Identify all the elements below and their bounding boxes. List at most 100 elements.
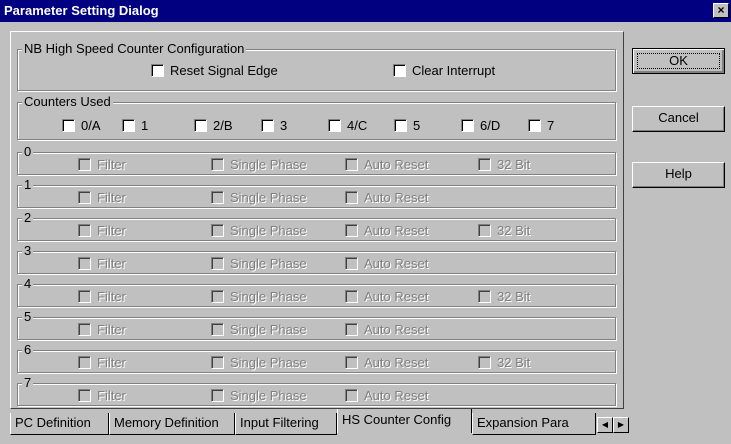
arrow-right-icon: ▶: [617, 420, 625, 429]
counter-used-5-checkbox[interactable]: 5: [394, 118, 420, 133]
checkbox-box: [211, 224, 224, 237]
32-bit-checkbox: 32 Bit: [478, 289, 530, 304]
checkbox-box: [211, 290, 224, 303]
checkbox-box: [345, 356, 358, 369]
checkbox-box[interactable]: [328, 119, 341, 132]
checkbox-box[interactable]: [151, 64, 164, 77]
close-icon: ×: [717, 3, 725, 17]
scroll-right-button[interactable]: ▶: [613, 417, 629, 433]
tab-memory-definition[interactable]: Memory Definition: [109, 413, 235, 435]
checkbox-box[interactable]: [528, 119, 541, 132]
checkbox-box[interactable]: [261, 119, 274, 132]
counter-used-1-checkbox[interactable]: 1: [122, 118, 148, 133]
reset-signal-edge-checkbox[interactable]: Reset Signal Edge: [151, 63, 278, 78]
counter-group-label: 0: [22, 144, 34, 160]
checkbox-label: Auto Reset: [364, 355, 429, 370]
checkbox-label: Filter: [97, 256, 126, 271]
checkbox-box: [211, 191, 224, 204]
counter-used-6d-checkbox[interactable]: 6/D: [461, 118, 500, 133]
scroll-left-button[interactable]: ◀: [597, 417, 613, 433]
checkbox-label: Single Phase: [230, 355, 307, 370]
close-button[interactable]: ×: [713, 3, 729, 18]
checkbox-box: [345, 224, 358, 237]
checkbox-label: Reset Signal Edge: [170, 63, 278, 78]
auto-reset-checkbox: Auto Reset: [345, 157, 428, 172]
checkbox-label: 2/B: [213, 118, 233, 133]
clear-interrupt-checkbox[interactable]: Clear Interrupt: [393, 63, 495, 78]
checkbox-label: Single Phase: [230, 322, 307, 337]
counter-used-3-checkbox[interactable]: 3: [261, 118, 287, 133]
checkbox-label: Filter: [97, 289, 126, 304]
counter-group-label: 3: [22, 243, 34, 259]
checkbox-label: 5: [413, 118, 421, 133]
checkbox-label: Single Phase: [230, 256, 307, 271]
single-phase-checkbox: Single Phase: [211, 223, 307, 238]
single-phase-checkbox: Single Phase: [211, 388, 307, 403]
arrow-left-icon: ◀: [601, 420, 609, 429]
checkbox-label: Single Phase: [230, 223, 307, 238]
checkbox-label: 32 Bit: [497, 223, 531, 238]
counter-used-7-checkbox[interactable]: 7: [528, 118, 554, 133]
cancel-button[interactable]: Cancel: [632, 106, 725, 132]
checkbox-box: [78, 191, 91, 204]
auto-reset-checkbox: Auto Reset: [345, 256, 428, 271]
auto-reset-checkbox: Auto Reset: [345, 289, 428, 304]
checkbox-box[interactable]: [194, 119, 207, 132]
checkbox-label: Auto Reset: [364, 256, 429, 271]
tab-label: Input Filtering: [240, 415, 319, 430]
filter-checkbox: Filter: [78, 223, 126, 238]
checkbox-box: [78, 323, 91, 336]
auto-reset-checkbox: Auto Reset: [345, 322, 428, 337]
checkbox-label: Filter: [97, 223, 126, 238]
checkbox-box: [345, 389, 358, 402]
checkbox-box: [478, 158, 491, 171]
32-bit-checkbox: 32 Bit: [478, 157, 530, 172]
window-title: Parameter Setting Dialog: [4, 3, 159, 18]
ok-button[interactable]: OK: [632, 48, 725, 74]
title-bar: Parameter Setting Dialog ×: [0, 0, 731, 22]
single-phase-checkbox: Single Phase: [211, 256, 307, 271]
checkbox-box: [211, 158, 224, 171]
checkbox-box: [78, 356, 91, 369]
tab-strip: PC Definition Memory Definition Input Fi…: [10, 409, 630, 439]
counter-used-4c-checkbox[interactable]: 4/C: [328, 118, 367, 133]
counter-7-groupbox: 7 Filter Single Phase Auto Reset: [17, 375, 616, 406]
counters-used-label: Counters Used: [22, 94, 113, 110]
counter-used-0a-checkbox[interactable]: 0/A: [62, 118, 101, 133]
checkbox-box[interactable]: [461, 119, 474, 132]
counter-4-groupbox: 4 Filter Single Phase Auto Reset 32 Bit: [17, 276, 616, 307]
tab-expansion-parameters[interactable]: Expansion Para: [472, 413, 596, 435]
checkbox-box: [211, 323, 224, 336]
checkbox-label: 32 Bit: [497, 355, 531, 370]
checkbox-box: [345, 191, 358, 204]
counter-group-label: 5: [22, 309, 34, 325]
checkbox-box[interactable]: [62, 119, 75, 132]
checkbox-box: [211, 356, 224, 369]
ok-label: OK: [637, 53, 720, 69]
tab-hs-counter-config[interactable]: HS Counter Config: [337, 409, 472, 433]
checkbox-box: [78, 224, 91, 237]
checkbox-box: [78, 389, 91, 402]
checkbox-label: 1: [141, 118, 149, 133]
help-label: Help: [665, 166, 692, 181]
checkbox-box: [78, 158, 91, 171]
tab-pc-definition[interactable]: PC Definition: [10, 413, 109, 435]
checkbox-box[interactable]: [393, 64, 406, 77]
counter-5-groupbox: 5 Filter Single Phase Auto Reset: [17, 309, 616, 340]
checkbox-box: [78, 290, 91, 303]
config-groupbox: NB High Speed Counter Configuration Rese…: [17, 41, 616, 91]
counter-group-label: 6: [22, 342, 34, 358]
counters-used-groupbox: Counters Used 0/A 1 2/B 3 4/C 5 6/D 7: [17, 94, 616, 140]
checkbox-label: Auto Reset: [364, 322, 429, 337]
checkbox-label: 0/A: [81, 118, 101, 133]
checkbox-box[interactable]: [122, 119, 135, 132]
help-button[interactable]: Help: [632, 162, 725, 188]
32-bit-checkbox: 32 Bit: [478, 223, 530, 238]
counter-used-2b-checkbox[interactable]: 2/B: [194, 118, 233, 133]
counter-0-groupbox: 0 Filter Single Phase Auto Reset 32 Bit: [17, 144, 616, 175]
checkbox-box[interactable]: [394, 119, 407, 132]
checkbox-label: Single Phase: [230, 190, 307, 205]
tab-input-filtering[interactable]: Input Filtering: [235, 413, 337, 435]
tab-scroll-arrows: ◀ ▶: [597, 417, 629, 433]
checkbox-label: Filter: [97, 190, 126, 205]
